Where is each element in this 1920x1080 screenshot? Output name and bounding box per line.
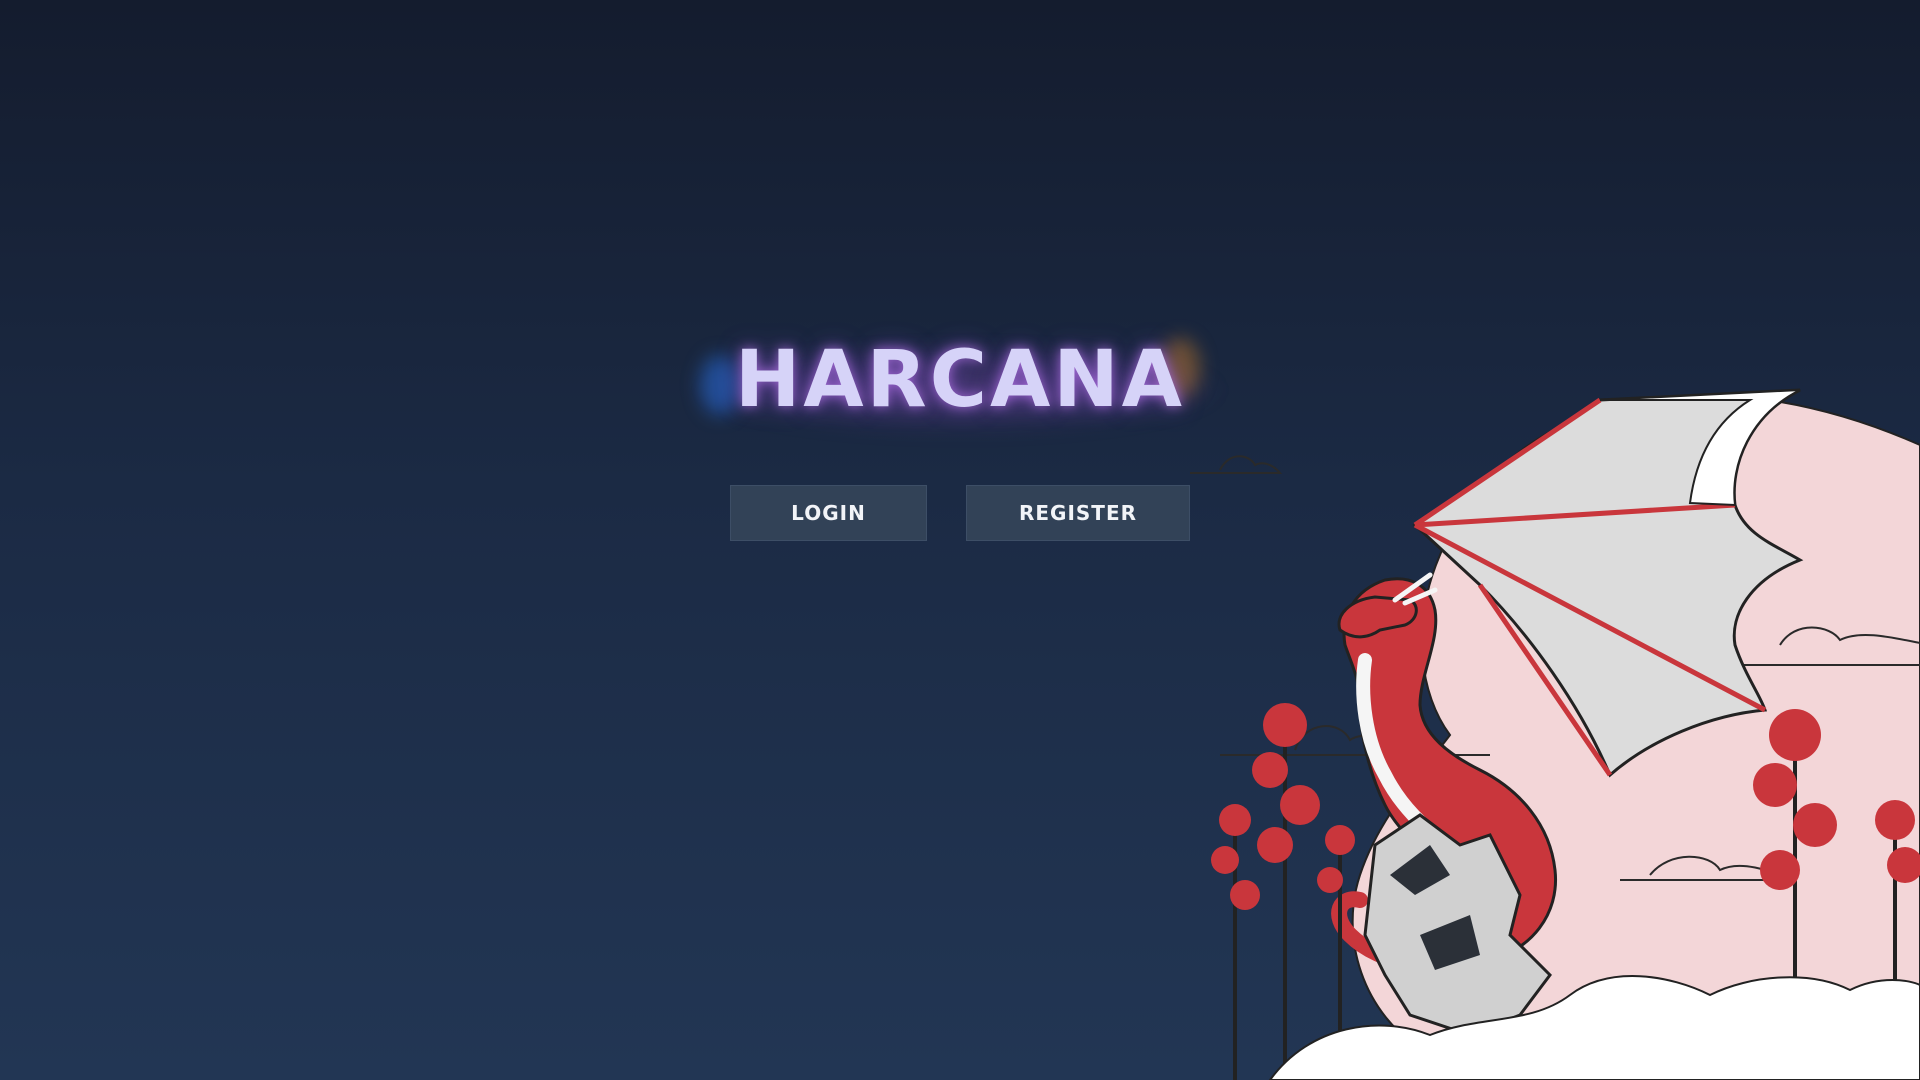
dragon-illustration: [1190, 388, 1920, 1080]
cloud-left: [1190, 455, 1283, 474]
register-button-label: REGISTER: [1018, 501, 1138, 525]
trees-left: [1211, 703, 1355, 1080]
login-button-label: LOGIN: [791, 501, 866, 525]
login-button[interactable]: LOGIN: [730, 485, 927, 541]
snow-ground: [1268, 975, 1920, 1080]
register-button[interactable]: REGISTER: [966, 485, 1190, 541]
